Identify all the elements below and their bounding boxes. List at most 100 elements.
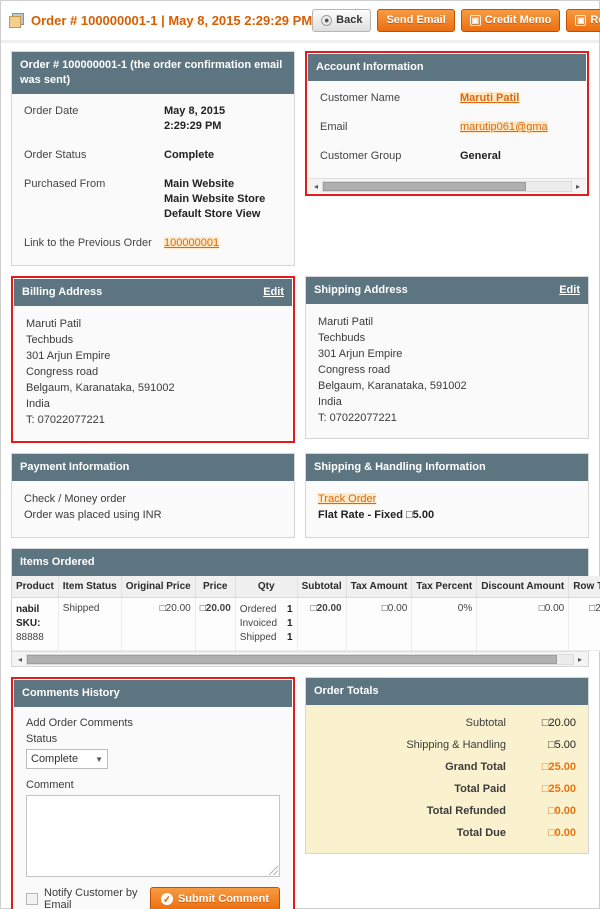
scroll-left-icon[interactable]: ◂ <box>310 182 322 191</box>
totals-subtotal-amount: □20.00 <box>541 717 576 729</box>
customer-name-value: Maruti Patil <box>460 91 520 106</box>
order-totals-heading: Order Totals <box>306 678 588 705</box>
billing-address-edit-link[interactable]: Edit <box>263 285 284 300</box>
chevron-down-icon: ▼ <box>95 754 103 764</box>
totals-shipping-label: Shipping & Handling <box>406 739 506 751</box>
customer-group-value: General <box>460 150 501 162</box>
qty-shipped-label: Shipped <box>239 632 277 643</box>
table-row: nabil SKU: 88888 Shipped □20.00 □20.00 O… <box>12 597 600 651</box>
previous-order-link[interactable]: 100000001 <box>164 237 220 249</box>
purchased-from-value: Main Website Main Website Store Default … <box>164 177 265 222</box>
scroll-track[interactable] <box>26 653 574 665</box>
customer-email-value: marutip061@gma <box>460 120 548 135</box>
billing-address-heading: Billing Address Edit <box>14 279 292 306</box>
col-original-price: Original Price <box>121 576 196 598</box>
comments-history-heading: Comments History <box>14 680 292 707</box>
credit-memo-button-label: Credit Memo <box>484 14 552 26</box>
notify-customer-row[interactable]: Notify Customer by Email <box>26 887 150 909</box>
account-information-panel: Account Information Customer Name Maruti… <box>305 51 589 196</box>
qty-ordered: Ordered 1 <box>240 603 293 617</box>
notify-customer-checkbox[interactable] <box>26 893 38 905</box>
scroll-thumb[interactable] <box>323 181 527 191</box>
order-info-column: Order # 100000001-1 (the order confirmat… <box>11 51 295 276</box>
payment-currency-note: Order was placed using INR <box>24 509 162 521</box>
shipping-handling-panel: Shipping & Handling Information Track Or… <box>305 453 589 538</box>
scroll-right-icon[interactable]: ▸ <box>572 182 584 191</box>
product-sku-value: 88888 <box>16 632 44 643</box>
check-circle-icon: ✓ <box>160 893 173 905</box>
page-content: Order # 100000001-1 (the order confirmat… <box>1 43 600 909</box>
customer-email-link[interactable]: marutip061@gma <box>460 121 548 133</box>
payment-shipping-row: Payment Information Check / Money order … <box>11 453 589 548</box>
payment-information-heading-text: Payment Information <box>20 461 130 473</box>
shipping-handling-body: Track Order Flat Rate - Fixed □5.00 <box>306 481 588 537</box>
cell-discount-amount: □0.00 <box>476 597 570 651</box>
scroll-track[interactable] <box>322 180 572 192</box>
totals-total-due-amount: □0.00 <box>547 827 576 839</box>
credit-memo-button[interactable]: ▣ Credit Memo <box>460 9 561 32</box>
shipping-line-5: Belgaum, Karanataka, 591002 <box>318 380 467 392</box>
cell-price: □20.00 <box>195 597 236 651</box>
cell-qty: Ordered 1 Invoiced 1 Shipped 1 <box>235 597 298 651</box>
reorder-icon: ▣ <box>575 15 587 26</box>
shipping-method-value: Flat Rate - Fixed □5.00 <box>318 509 435 521</box>
billing-address-heading-text: Billing Address <box>22 286 103 298</box>
totals-total-paid-label: Total Paid <box>454 783 506 795</box>
shipping-line-7: T: 07022077221 <box>318 412 397 424</box>
customer-name-link[interactable]: Maruti Patil <box>460 92 520 104</box>
send-email-button-label: Send Email <box>386 14 446 26</box>
customer-group-row: Customer Group General <box>320 149 576 164</box>
submit-comment-button[interactable]: ✓ Submit Comment <box>149 887 280 909</box>
back-button[interactable]: ● Back <box>312 9 372 32</box>
payment-information-body: Check / Money order Order was placed usi… <box>12 481 294 537</box>
previous-order-label: Link to the Previous Order <box>24 237 152 249</box>
shipping-address-heading: Shipping Address Edit <box>306 277 588 304</box>
notify-customer-label: Notify Customer by Email <box>44 887 138 909</box>
qty-invoiced: Invoiced 1 <box>240 617 293 631</box>
shipping-address-edit-link[interactable]: Edit <box>559 283 580 298</box>
billing-address-body: Maruti Patil Techbuds 301 Arjun Empire C… <box>14 306 292 440</box>
col-item-status: Item Status <box>58 576 122 598</box>
product-sku-label: SKU: <box>16 618 41 629</box>
track-order-link[interactable]: Track Order <box>318 493 377 505</box>
comments-history-heading-text: Comments History <box>22 687 120 699</box>
scroll-left-icon[interactable]: ◂ <box>14 655 26 664</box>
shipping-line-2: Techbuds <box>318 332 366 344</box>
totals-grand-total-amount: □25.00 <box>541 761 576 773</box>
shipping-handling-heading-text: Shipping & Handling Information <box>314 461 486 473</box>
order-totals-column: Order Totals Subtotal □20.00 Shipping & … <box>305 677 589 864</box>
comment-textarea[interactable] <box>26 795 280 877</box>
col-row-total: Row Total <box>568 576 600 598</box>
order-date-line-2: 2:29:29 PM <box>164 120 222 132</box>
header-action-buttons: ● Back Send Email ▣ Credit Memo ▣ Reorde… <box>312 9 600 32</box>
totals-subtotal-row: Subtotal □20.00 <box>318 717 576 729</box>
payment-method: Check / Money order <box>24 493 127 505</box>
resize-grip-icon[interactable] <box>269 866 278 875</box>
items-table-scrollbar[interactable]: ◂ ▸ <box>12 651 588 666</box>
scroll-thumb[interactable] <box>27 654 557 664</box>
totals-shipping-row: Shipping & Handling □5.00 <box>318 739 576 751</box>
shipping-line-6: India <box>318 396 342 408</box>
order-view-page: Order # 100000001-1 | May 8, 2015 2:29:2… <box>0 0 600 909</box>
account-panel-scrollbar[interactable]: ◂ ▸ <box>308 178 586 193</box>
qty-shipped-value: 1 <box>287 632 293 643</box>
col-tax-percent: Tax Percent <box>411 576 478 598</box>
purchased-from-line-3: Default Store View <box>164 208 261 220</box>
previous-order-row: Link to the Previous Order 100000001 <box>24 236 284 251</box>
billing-address-lines: Maruti Patil Techbuds 301 Arjun Empire C… <box>26 316 282 428</box>
scroll-right-icon[interactable]: ▸ <box>574 655 586 664</box>
purchased-from-line-1: Main Website <box>164 178 235 190</box>
reorder-button[interactable]: ▣ Reorder <box>566 9 600 32</box>
qty-invoiced-value: 1 <box>287 618 293 629</box>
qty-ordered-value: 1 <box>287 604 293 615</box>
billing-address-panel: Billing Address Edit Maruti Patil Techbu… <box>11 276 295 443</box>
page-title-text: Order # 100000001-1 | May 8, 2015 2:29:2… <box>31 13 313 28</box>
comments-history-body: Add Order Comments Status Complete ▼ Com… <box>14 707 292 909</box>
address-row: Billing Address Edit Maruti Patil Techbu… <box>11 276 589 453</box>
billing-line-2: Techbuds <box>26 334 74 346</box>
order-sheet-icon <box>9 13 25 28</box>
items-ordered-panel: Items Ordered Product Item Status Origin… <box>11 548 600 667</box>
totals-shipping-amount: □5.00 <box>547 739 576 751</box>
status-select[interactable]: Complete ▼ <box>26 749 108 769</box>
send-email-button[interactable]: Send Email <box>377 9 455 32</box>
